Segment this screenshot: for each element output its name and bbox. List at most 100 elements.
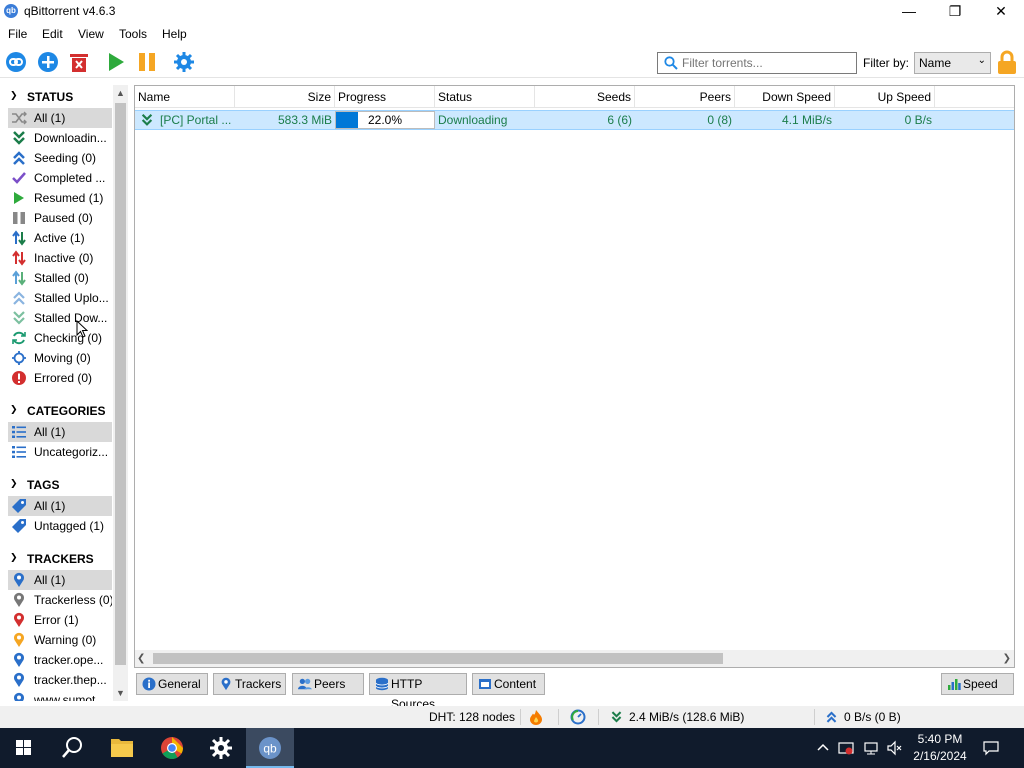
tracker-filter-trackerless[interactable]: Trackerless (0) xyxy=(8,590,112,610)
windows-taskbar: qb 5:40 PM 2/16/2024 xyxy=(0,728,1024,768)
column-header-status[interactable]: Status xyxy=(435,86,535,108)
scroll-down-arrow-icon[interactable]: ▼ xyxy=(113,685,128,701)
status-filter-completed[interactable]: Completed ... xyxy=(8,168,112,188)
options-gear-icon[interactable] xyxy=(173,51,195,73)
resume-icon[interactable] xyxy=(105,51,127,73)
tag-filter-untagged[interactable]: Untagged (1) xyxy=(8,516,112,536)
status-filter-errored[interactable]: Errored (0) xyxy=(8,368,112,388)
category-filter-all[interactable]: All (1) xyxy=(8,422,112,442)
menu-help[interactable]: Help xyxy=(162,27,187,41)
scroll-right-arrow-icon[interactable]: ❯ xyxy=(1003,650,1011,667)
notifications-icon[interactable] xyxy=(983,740,999,756)
map-pin-icon xyxy=(14,612,24,627)
scroll-left-arrow-icon[interactable]: ❮ xyxy=(137,650,145,667)
tab-content[interactable]: Content xyxy=(472,673,545,695)
delete-icon[interactable] xyxy=(68,51,90,73)
map-pin-icon xyxy=(14,632,24,647)
column-header-down-speed[interactable]: Down Speed xyxy=(735,86,835,108)
security-icon[interactable] xyxy=(838,740,854,756)
table-row[interactable]: [PC] Portal ... 583.3 MiB 22.0% Download… xyxy=(135,110,1014,130)
status-filter-checking[interactable]: Checking (0) xyxy=(8,328,112,348)
tracker-filter-tracker-open[interactable]: tracker.ope... xyxy=(8,650,112,670)
tracker-filter-www-sumot[interactable]: www.sumot... xyxy=(8,690,112,701)
sidebar-scrollbar-thumb[interactable] xyxy=(115,103,126,665)
system-clock[interactable]: 5:40 PM 2/16/2024 xyxy=(910,731,970,765)
sidebar-scrollbar[interactable]: ▲ ▼ xyxy=(113,85,128,701)
download-speed-icon xyxy=(611,711,622,723)
menu-file[interactable]: File xyxy=(8,27,27,41)
menu-edit[interactable]: Edit xyxy=(42,27,63,41)
qbittorrent-taskbar-button[interactable]: qb xyxy=(246,728,294,768)
close-button[interactable]: ✕ xyxy=(978,0,1024,24)
status-filter-paused[interactable]: Paused (0) xyxy=(8,208,112,228)
tracker-filter-warning[interactable]: Warning (0) xyxy=(8,630,112,650)
stalled-arrows-icon xyxy=(12,270,26,286)
torrent-up-speed: 0 B/s xyxy=(904,113,932,127)
firewall-flame-icon[interactable] xyxy=(529,709,543,725)
status-filter-active[interactable]: Active (1) xyxy=(8,228,112,248)
status-filter-downloading[interactable]: Downloadin... xyxy=(8,128,112,148)
download-arrows-icon xyxy=(13,131,25,145)
filter-torrents-field[interactable] xyxy=(657,52,857,74)
scroll-up-arrow-icon[interactable]: ▲ xyxy=(113,85,128,101)
sidebar: ❯ STATUS All (1) Downloadin... Seeding (… xyxy=(8,85,128,701)
tracker-filter-error[interactable]: Error (1) xyxy=(8,610,112,630)
tab-peers[interactable]: Peers xyxy=(292,673,364,695)
column-header-peers[interactable]: Peers xyxy=(635,86,735,108)
status-filter-stalled[interactable]: Stalled (0) xyxy=(8,268,112,288)
add-torrent-file-icon[interactable] xyxy=(37,51,59,73)
trackers-section-header[interactable]: ❯ TRACKERS xyxy=(8,548,112,568)
maximize-button[interactable]: ❐ xyxy=(932,0,978,24)
table-scrollbar-thumb[interactable] xyxy=(153,653,723,664)
status-filter-stalled-uploading[interactable]: Stalled Uplo... xyxy=(8,288,112,308)
status-filter-seeding[interactable]: Seeding (0) xyxy=(8,148,112,168)
search-icon[interactable] xyxy=(48,728,96,768)
chrome-icon[interactable] xyxy=(148,728,196,768)
status-filter-resumed[interactable]: Resumed (1) xyxy=(8,188,112,208)
volume-muted-icon[interactable] xyxy=(887,740,903,756)
pause-icon xyxy=(13,212,25,224)
file-explorer-icon[interactable] xyxy=(98,728,146,768)
qbittorrent-icon: qb xyxy=(259,737,281,759)
map-pin-icon xyxy=(221,677,231,691)
status-filter-all[interactable]: All (1) xyxy=(8,108,112,128)
status-filter-moving[interactable]: Moving (0) xyxy=(8,348,112,368)
column-header-up-speed[interactable]: Up Speed xyxy=(835,86,935,108)
minimize-button[interactable]: — xyxy=(886,0,932,24)
tab-http-sources[interactable]: HTTP Sources xyxy=(369,673,467,711)
speed-limit-gauge-icon[interactable] xyxy=(570,709,586,725)
tab-trackers[interactable]: Trackers xyxy=(213,673,286,695)
inactive-arrows-icon xyxy=(12,250,26,266)
column-header-size[interactable]: Size xyxy=(235,86,335,108)
tab-general[interactable]: General xyxy=(136,673,208,695)
filter-torrents-input[interactable] xyxy=(682,55,852,71)
menu-view[interactable]: View xyxy=(78,27,104,41)
column-header-seeds[interactable]: Seeds xyxy=(535,86,635,108)
chevron-up-icon[interactable] xyxy=(815,740,831,756)
torrent-name: [PC] Portal ... xyxy=(160,113,232,127)
lock-icon[interactable] xyxy=(996,50,1018,76)
tag-icon xyxy=(12,499,26,513)
tag-filter-all[interactable]: All (1) xyxy=(8,496,112,516)
pause-icon[interactable] xyxy=(136,51,158,73)
settings-gear-icon[interactable] xyxy=(197,728,245,768)
menu-tools[interactable]: Tools xyxy=(119,27,147,41)
categories-section-header[interactable]: ❯ CATEGORIES xyxy=(8,400,112,420)
tracker-filter-all[interactable]: All (1) xyxy=(8,570,112,590)
windows-start-icon[interactable] xyxy=(0,728,48,768)
network-icon[interactable] xyxy=(863,740,879,756)
status-filter-inactive[interactable]: Inactive (0) xyxy=(8,248,112,268)
tracker-filter-tracker-thep[interactable]: tracker.thep... xyxy=(8,670,112,690)
status-section-header[interactable]: ❯ STATUS xyxy=(8,86,112,106)
table-horizontal-scrollbar[interactable]: ❮ ❯ xyxy=(135,650,1014,667)
shuffle-icon xyxy=(12,111,27,125)
filter-by-select[interactable]: Name ⌄ xyxy=(914,52,991,74)
status-filter-stalled-downloading[interactable]: Stalled Dow... xyxy=(8,308,112,328)
tags-section-header[interactable]: ❯ TAGS xyxy=(8,474,112,494)
column-header-progress[interactable]: Progress xyxy=(335,86,435,108)
category-filter-uncategorized[interactable]: Uncategoriz... xyxy=(8,442,112,462)
status-separator xyxy=(814,709,815,725)
add-torrent-link-icon[interactable] xyxy=(5,51,27,73)
speed-button[interactable]: Speed xyxy=(941,673,1014,695)
column-header-name[interactable]: Name xyxy=(135,86,235,108)
